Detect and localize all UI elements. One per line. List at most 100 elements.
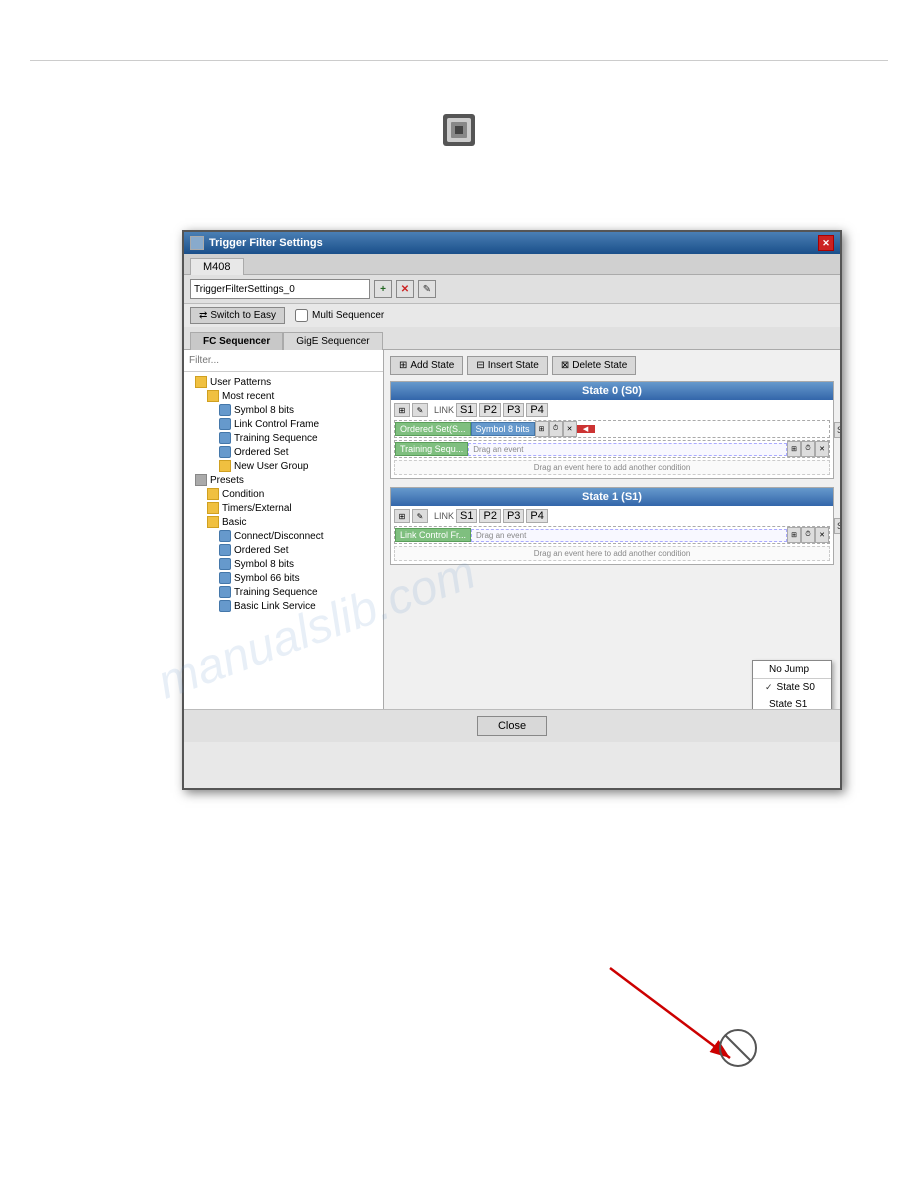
state0-event2[interactable]: Training Sequ...: [395, 442, 468, 456]
port-p3: P3: [503, 403, 524, 417]
state0-condition2: Training Sequ... Drag an event ⊞ ⏱ ✕: [394, 440, 830, 458]
filter-input[interactable]: [184, 350, 383, 372]
tree-basic-symbol8[interactable]: Symbol 8 bits: [187, 557, 380, 571]
tree-item-symbol8[interactable]: Symbol 8 bits: [187, 403, 380, 417]
state0-copy-btn[interactable]: ⊞: [535, 421, 549, 437]
item-icon: [219, 530, 231, 542]
m408-tab-row: M408: [184, 254, 840, 275]
state1-del-btn[interactable]: ✕: [815, 527, 829, 543]
state0-mini-btn1[interactable]: ⊞: [394, 403, 410, 417]
switch-to-easy-button[interactable]: ⇄ Switch to Easy: [190, 307, 285, 324]
delete-settings-button[interactable]: ✕: [396, 280, 414, 298]
state0-symbol8[interactable]: Symbol 8 bits: [471, 422, 535, 436]
item-label: Basic Link Service: [234, 601, 316, 612]
tree-item-newusergroup[interactable]: New User Group: [187, 459, 380, 473]
multi-sequencer-checkbox-row[interactable]: Multi Sequencer: [295, 309, 384, 322]
folder-icon: [207, 516, 219, 528]
timers-label: Timers/External: [222, 503, 292, 514]
state0-drag-another: Drag an event here to add another condit…: [394, 460, 830, 475]
port1-s1: S1: [456, 509, 477, 523]
tree-timers[interactable]: Timers/External: [187, 501, 380, 515]
state0-del-btn2[interactable]: ✕: [815, 441, 829, 457]
insert-state-button[interactable]: ⊟ Insert State: [467, 356, 548, 375]
multi-sequencer-checkbox[interactable]: [295, 309, 308, 322]
port-p2: P2: [479, 403, 500, 417]
switch-icon: ⇄: [199, 310, 207, 321]
context-state-s0[interactable]: State S0: [753, 679, 831, 696]
port1-p2: P2: [479, 509, 500, 523]
tree-item-linkcontrol[interactable]: Link Control Frame: [187, 417, 380, 431]
state0-mini-btn2[interactable]: ✎: [412, 403, 428, 417]
edit-settings-button[interactable]: ✎: [418, 280, 436, 298]
item-label: Ordered Set: [234, 447, 288, 458]
bottom-icon: [718, 1028, 758, 1068]
tree-user-patterns[interactable]: User Patterns: [187, 375, 380, 389]
tree-basic-connect[interactable]: Connect/Disconnect: [187, 529, 380, 543]
item-label: Symbol 66 bits: [234, 573, 300, 584]
state1-mini-btn1[interactable]: ⊞: [394, 509, 410, 523]
tree-basic-training[interactable]: Training Sequence: [187, 585, 380, 599]
item-label: Training Sequence: [234, 433, 318, 444]
item-label: Symbol 8 bits: [234, 559, 294, 570]
state0-ports: LINK S1 P2 P3 P4: [434, 403, 830, 417]
add-settings-button[interactable]: +: [374, 280, 392, 298]
item-label: Link Control Frame: [234, 419, 319, 430]
state1-drag-another: Drag an event here to add another condit…: [394, 546, 830, 561]
top-divider: [30, 60, 888, 61]
state0-condition1: Ordered Set(S... Symbol 8 bits ⊞ ⏱ ✕ ◀: [394, 420, 830, 438]
state1-mini-btn2[interactable]: ✎: [412, 509, 428, 523]
item-label: Ordered Set: [234, 545, 288, 556]
state1-event1[interactable]: Link Control Fr...: [395, 528, 471, 542]
insert-state-icon: ⊟: [476, 360, 484, 371]
tree-item-training[interactable]: Training Sequence: [187, 431, 380, 445]
state0-event1[interactable]: Ordered Set(S...: [395, 422, 471, 436]
close-dialog-button[interactable]: Close: [477, 716, 547, 736]
right-panel: ⊞ Add State ⊟ Insert State ⊠ Delete Stat…: [384, 350, 840, 709]
gige-sequencer-tab[interactable]: GigE Sequencer: [283, 332, 382, 350]
condition-label: Condition: [222, 489, 264, 500]
no-jump-label: No Jump: [769, 664, 809, 675]
state1-copy-btn[interactable]: ⊞: [787, 527, 801, 543]
delete-state-button[interactable]: ⊠ Delete State: [552, 356, 636, 375]
state0-del-btn[interactable]: ✕: [563, 421, 577, 437]
tree-basic[interactable]: Basic: [187, 515, 380, 529]
tree-basic-symbol66[interactable]: Symbol 66 bits: [187, 571, 380, 585]
state-0-header: State 0 (S0): [391, 382, 833, 400]
tree-most-recent[interactable]: Most recent: [187, 389, 380, 403]
fc-sequencer-tab[interactable]: FC Sequencer: [190, 332, 283, 350]
state-1-header: State 1 (S1): [391, 488, 833, 506]
tree-presets[interactable]: Presets: [187, 473, 380, 487]
state-0-inner: ⊞ ✎ LINK S1 P2 P3 P4 Ordered Set(S...: [391, 400, 833, 478]
tree-container[interactable]: User Patterns Most recent Symbol 8 bits …: [184, 372, 383, 709]
add-state-button[interactable]: ⊞ Add State: [390, 356, 463, 375]
state-s0-label: State S0: [777, 682, 815, 693]
sequencer-tabs: FC Sequencer GigE Sequencer: [184, 327, 840, 349]
tree-basic-orderedset[interactable]: Ordered Set: [187, 543, 380, 557]
state0-drag2[interactable]: Drag an event: [468, 443, 787, 456]
tree-basic-linkservice[interactable]: Basic Link Service: [187, 599, 380, 613]
link-label: LINK: [434, 405, 454, 415]
item-icon: [219, 404, 231, 416]
m408-tab[interactable]: M408: [190, 258, 244, 275]
state1-drag1[interactable]: Drag an event: [471, 529, 787, 542]
settings-name-input[interactable]: [190, 279, 370, 299]
state-0-box: State 0 (S0) ⊞ ✎ LINK S1 P2 P3 P4: [390, 381, 834, 479]
delete-state-icon: ⊠: [561, 360, 569, 371]
context-state-s1[interactable]: State S1: [753, 696, 831, 709]
content-area: User Patterns Most recent Symbol 8 bits …: [184, 349, 840, 709]
dialog-close-button[interactable]: ✕: [818, 235, 834, 251]
add-state-label: Add State: [410, 360, 454, 371]
tree-condition[interactable]: Condition: [187, 487, 380, 501]
state0-side-label: S0: [834, 422, 840, 438]
context-no-jump[interactable]: No Jump: [753, 661, 831, 678]
port1-p3: P3: [503, 509, 524, 523]
item-label: New User Group: [234, 461, 308, 472]
state0-copy-btn2[interactable]: ⊞: [787, 441, 801, 457]
state1-side-label: S0: [834, 518, 840, 534]
state1-time-btn[interactable]: ⏱: [801, 527, 815, 543]
state0-time-btn2[interactable]: ⏱: [801, 441, 815, 457]
item-icon: [219, 446, 231, 458]
state0-time-btn[interactable]: ⏱: [549, 421, 563, 437]
port-s1: S1: [456, 403, 477, 417]
tree-item-orderedset[interactable]: Ordered Set: [187, 445, 380, 459]
